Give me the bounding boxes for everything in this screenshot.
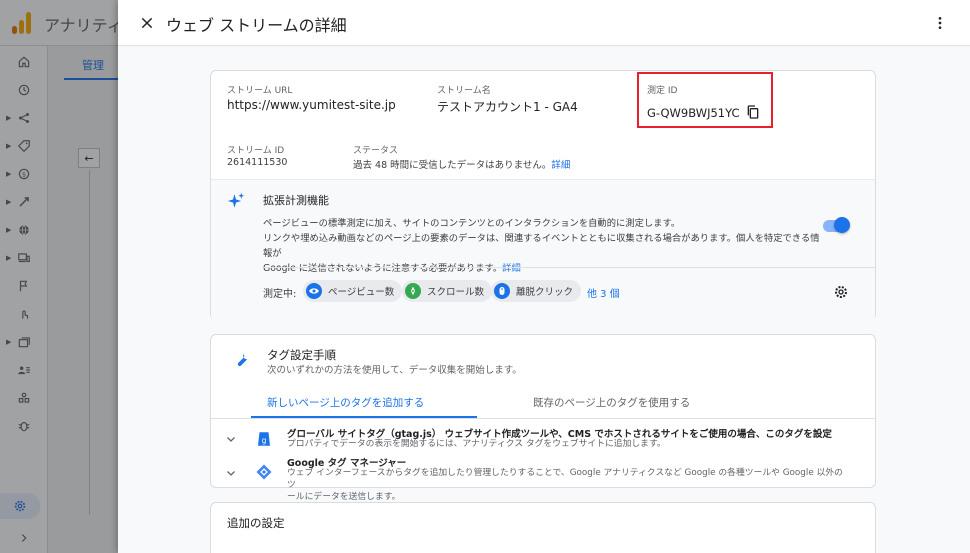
sparkle-icon <box>227 192 245 208</box>
chevron-down-icon[interactable] <box>225 433 237 445</box>
enhanced-divider <box>263 267 875 268</box>
panel-header: ウェブ ストリームの詳細 <box>118 0 970 46</box>
svg-text:g: g <box>262 436 267 445</box>
status-text: 過去 48 時間に受信したデータはありません。詳細 <box>353 157 570 171</box>
chip-page-views-label: ページビュー数 <box>328 287 395 298</box>
status-details-link[interactable]: 詳細 <box>551 160 570 171</box>
measurement-id-label: 測定 ID <box>647 86 678 96</box>
chip-outbound-clicks-label: 離脱クリック <box>516 287 574 298</box>
enhanced-desc-line1: ページビューの標準測定に加え、サイトのコンテンツとのインタラクションを自動的に測… <box>263 218 681 229</box>
tagging-subtitle: 次のいずれかの方法を使用して、データ収集を開始します。 <box>267 365 522 376</box>
additional-settings-card: 追加の設定 <box>210 502 876 553</box>
tag-manager-icon <box>256 464 272 480</box>
panel-title: ウェブ ストリームの詳細 <box>166 16 347 35</box>
status-value: 過去 48 時間に受信したデータはありません。 <box>353 160 552 171</box>
stream-name-label: ストリーム名 <box>437 86 491 96</box>
stream-id-value: 2614111530 <box>227 157 288 168</box>
enhanced-desc-line3: Google に送信されないように注意する必要があります。 <box>263 263 503 274</box>
measurement-id-value: G-QW9BWJ51YC <box>647 106 740 120</box>
compass-icon <box>405 283 421 299</box>
modal-scrim[interactable] <box>0 0 118 553</box>
wrench-icon <box>237 354 248 366</box>
chip-outbound-clicks[interactable]: 離脱クリック <box>491 280 582 302</box>
more-vert-icon <box>938 17 942 29</box>
enhanced-measurement-toggle[interactable] <box>823 217 850 233</box>
enhanced-desc-line2: リンクや埋め込み動画などのページ上の要素のデータは、関連するイベントとともに収集… <box>263 233 820 259</box>
close-icon <box>141 17 153 29</box>
settings-gear-icon[interactable] <box>833 284 849 300</box>
copy-icon[interactable] <box>745 104 761 120</box>
chip-scrolls[interactable]: スクロール数 <box>402 280 493 302</box>
stream-id-label: ストリーム ID <box>227 146 285 156</box>
measuring-label: 測定中: <box>263 289 297 300</box>
tagging-instructions-card: タグ設定手順 次のいずれかの方法を使用して、データ収集を開始します。 新しいペー… <box>210 334 876 502</box>
stream-url-value: https://www.yumitest-site.jp <box>227 98 396 112</box>
gtm-row-desc: ウェブ インターフェースからタグを追加したり管理したりすることで、Google … <box>287 467 847 503</box>
gtm-row-desc-line1: ウェブ インターフェースからタグを追加したり管理したりすることで、Google … <box>287 468 843 490</box>
enhanced-details-link[interactable]: 詳細 <box>502 263 521 274</box>
enhanced-measurement-title: 拡張計測機能 <box>263 194 329 207</box>
gtag-icon: g <box>258 432 270 446</box>
chip-scrolls-label: スクロール数 <box>427 287 485 298</box>
chevron-down-icon[interactable] <box>225 467 237 479</box>
stream-details-card: ストリーム URL https://www.yumitest-site.jp ス… <box>210 70 876 321</box>
web-stream-details-panel: ウェブ ストリームの詳細 ストリーム URL https://www.yumit… <box>118 0 970 553</box>
mouse-icon <box>494 283 510 299</box>
tab-add-new-on-page-tag[interactable]: 新しいページ上のタグを追加する <box>267 395 424 410</box>
eye-icon <box>306 283 322 299</box>
chip-page-views[interactable]: ページビュー数 <box>303 280 403 302</box>
stream-name-value: テストアカウント1 - GA4 <box>437 100 578 114</box>
enhanced-measurement-section: 拡張計測機能 ページビューの標準測定に加え、サイトのコンテンツとのインタラクショ… <box>211 179 875 321</box>
stream-url-label: ストリーム URL <box>227 86 293 96</box>
status-label: ステータス <box>353 146 399 156</box>
toggle-knob <box>834 217 850 233</box>
tagging-title: タグ設定手順 <box>267 348 336 362</box>
more-options-button[interactable] <box>930 12 950 34</box>
gtag-row-desc: プロパティでデータの表示を開始するには、アナリティクス タグをウェブサイトに追加… <box>287 439 666 449</box>
more-events-link[interactable]: 他 3 個 <box>587 285 620 300</box>
tabs-divider <box>211 418 875 419</box>
additional-settings-title: 追加の設定 <box>227 516 285 530</box>
close-button[interactable] <box>136 12 158 34</box>
tab-use-existing-on-page-tag[interactable]: 既存のページ上のタグを使用する <box>533 395 690 410</box>
